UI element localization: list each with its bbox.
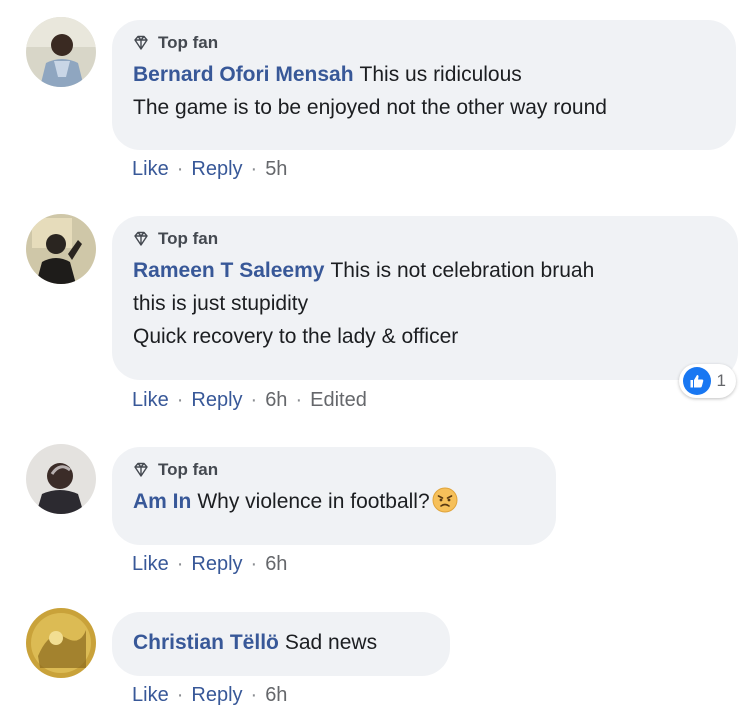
comment-text: Why violence in football? [197, 490, 430, 513]
angry-face-emoji-icon [432, 487, 458, 513]
badge-label: Top fan [158, 229, 219, 248]
timestamp[interactable]: 6h [265, 684, 287, 707]
separator-dot: · [250, 553, 258, 575]
comment-text: The game is to be enjoyed not the other … [133, 96, 607, 119]
diamond-icon [134, 462, 148, 477]
comment-bubble: Top fan Bernard Ofori Mensah This us ridi… [112, 20, 736, 150]
author-name[interactable]: Bernard Ofori Mensah [133, 63, 354, 86]
comment-actions: Like · Reply · 5h [132, 158, 287, 181]
separator-dot: · [176, 684, 184, 706]
comment-bubble: Christian Tëllö Sad news [112, 612, 450, 676]
like-link[interactable]: Like [132, 553, 169, 576]
top-fan-badge: Top fan [133, 32, 716, 54]
comment-text: This is not celebration bruah [330, 259, 595, 282]
comment-text: Quick recovery to the lady & officer [133, 325, 459, 348]
reaction-count: 1 [716, 371, 726, 390]
avatar[interactable] [26, 608, 96, 678]
diamond-icon [134, 35, 148, 50]
separator-dot: · [176, 389, 184, 411]
separator-dot: · [295, 389, 303, 411]
reply-link[interactable]: Reply [191, 158, 242, 181]
thumbs-up-icon [682, 367, 711, 395]
separator-dot: · [176, 158, 184, 180]
avatar[interactable] [26, 444, 96, 514]
timestamp[interactable]: 5h [265, 158, 287, 181]
comment-bubble: Top fan Rameen T Saleemy This is not cele… [112, 216, 738, 380]
timestamp[interactable]: 6h [265, 553, 287, 576]
like-link[interactable]: Like [132, 684, 169, 707]
diamond-icon [134, 231, 148, 246]
avatar[interactable] [26, 214, 96, 284]
comment-actions: Like · Reply · 6h [132, 684, 287, 707]
separator-dot: · [250, 158, 258, 180]
comment-text: This us ridiculous [359, 63, 522, 86]
comment-actions: Like · Reply · 6h · Edited [132, 389, 367, 412]
comment-text-line: Am In Why violence in football? [133, 485, 536, 518]
badge-label: Top fan [158, 33, 219, 52]
reaction-summary[interactable]: 1 [678, 364, 736, 398]
like-link[interactable]: Like [132, 389, 169, 412]
timestamp[interactable]: 6h [265, 389, 287, 412]
edited-label[interactable]: Edited [310, 389, 367, 412]
author-name[interactable]: Christian Tëllö [133, 631, 279, 654]
top-fan-badge: Top fan [133, 459, 536, 481]
avatar[interactable] [26, 17, 96, 87]
comment-text-line: Christian Tëllö Sad news [133, 626, 430, 659]
top-fan-badge: Top fan [133, 228, 718, 250]
reply-link[interactable]: Reply [191, 684, 242, 707]
like-link[interactable]: Like [132, 158, 169, 181]
separator-dot: · [176, 553, 184, 575]
comment-bubble: Top fan Am In Why violence in football? [112, 447, 556, 545]
comment-text: Sad news [284, 631, 378, 654]
reply-link[interactable]: Reply [191, 389, 242, 412]
separator-dot: · [250, 684, 258, 706]
author-name[interactable]: Am In [133, 490, 191, 513]
comment-actions: Like · Reply · 6h [132, 553, 287, 576]
separator-dot: · [250, 389, 258, 411]
author-name[interactable]: Rameen T Saleemy [133, 259, 324, 282]
reply-link[interactable]: Reply [191, 553, 242, 576]
comment-text-line: Rameen T Saleemy This is not celebration … [133, 254, 718, 287]
comment-text: this is just stupidity [133, 292, 309, 315]
comment-text-line: Bernard Ofori Mensah This us ridiculous [133, 58, 716, 91]
badge-label: Top fan [158, 460, 219, 479]
